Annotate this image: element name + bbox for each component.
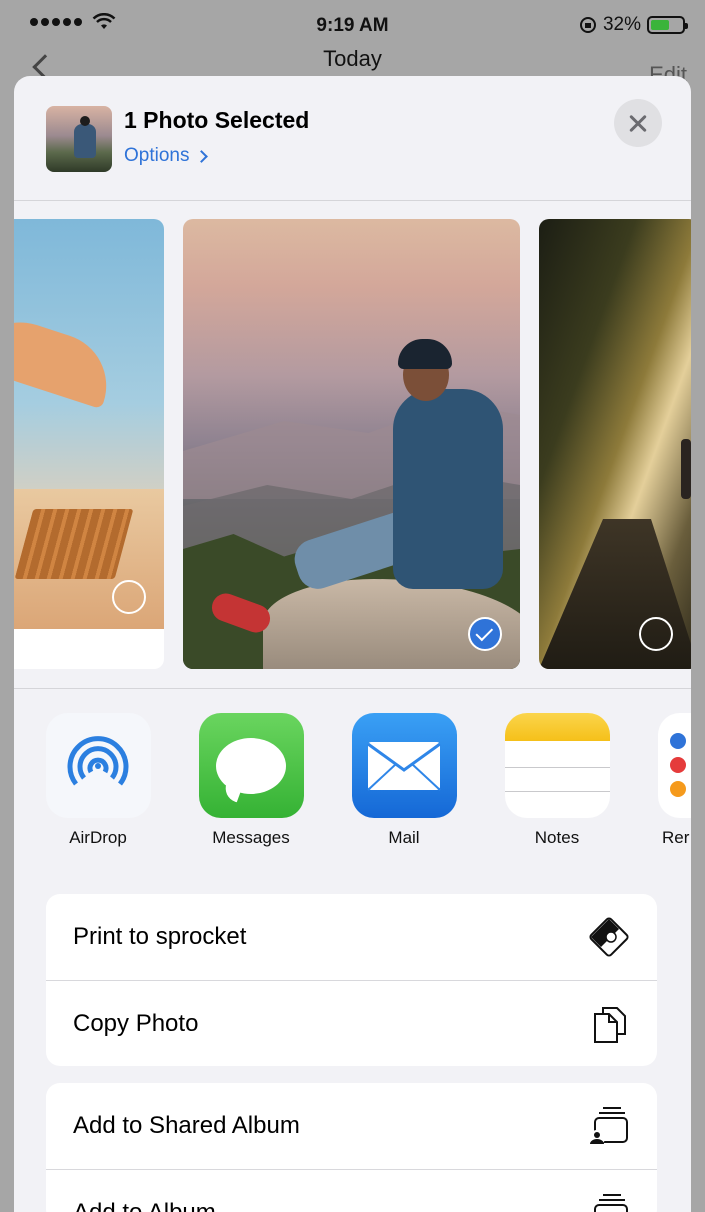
action-group: Add to Shared Album Add to Album xyxy=(46,1083,657,1212)
action-label: Print to sprocket xyxy=(73,923,247,950)
background-title: Today xyxy=(323,46,382,71)
share-sheet-header: 1 Photo Selected Options xyxy=(14,76,691,201)
photo-beach[interactable] xyxy=(14,219,164,669)
divider xyxy=(14,200,691,201)
copy-icon xyxy=(594,1006,626,1043)
selected-photo-thumbnail xyxy=(46,106,112,172)
options-button[interactable]: Options xyxy=(124,145,209,167)
options-label: Options xyxy=(124,145,190,166)
share-app-airdrop[interactable]: AirDrop xyxy=(38,713,158,848)
app-label: Mail xyxy=(388,828,420,847)
chevron-right-icon xyxy=(195,149,209,163)
battery-percent: 32% xyxy=(602,14,641,35)
share-sheet: 1 Photo Selected Options AirDrop Message… xyxy=(14,76,691,1212)
airdrop-icon xyxy=(45,713,151,818)
action-add-to-shared-album[interactable]: Add to Shared Album xyxy=(46,1083,657,1169)
action-group: Print to sprocket Copy Photo xyxy=(46,894,657,1066)
mail-icon xyxy=(351,713,457,818)
photo-man-on-rock[interactable] xyxy=(183,219,520,669)
action-print-to-sprocket[interactable]: Print to sprocket xyxy=(46,894,657,980)
rotation-lock-icon xyxy=(579,17,596,33)
action-add-to-album[interactable]: Add to Album xyxy=(46,1169,657,1212)
album-icon xyxy=(594,1193,628,1212)
photo-select-circle[interactable] xyxy=(112,580,146,614)
photo-forest-path[interactable] xyxy=(539,219,691,669)
photo-selected-checkmark-icon[interactable] xyxy=(468,617,502,651)
app-label: Rer xyxy=(662,828,690,847)
action-label: Add to Album xyxy=(73,1198,216,1212)
reminders-icon xyxy=(657,713,691,818)
status-right: 32% xyxy=(579,14,688,36)
share-app-messages[interactable]: Messages xyxy=(191,713,311,848)
photo-select-circle[interactable] xyxy=(639,617,673,651)
messages-icon xyxy=(198,713,304,818)
shared-album-icon xyxy=(589,1107,628,1146)
battery-icon xyxy=(647,16,688,34)
close-button[interactable] xyxy=(614,99,662,147)
share-app-notes[interactable]: Notes xyxy=(497,713,617,848)
status-bar: 9:19 AM 32% xyxy=(0,0,705,44)
share-apps-row: AirDrop Messages Mail Notes Rer xyxy=(14,713,691,863)
action-label: Add to Shared Album xyxy=(73,1112,300,1139)
selection-title: 1 Photo Selected xyxy=(124,107,310,133)
divider xyxy=(14,688,691,689)
action-copy-photo[interactable]: Copy Photo xyxy=(46,980,657,1066)
share-app-reminders[interactable]: Rer xyxy=(650,713,691,848)
app-label: Messages xyxy=(212,828,290,847)
notes-icon xyxy=(504,713,610,818)
share-app-mail[interactable]: Mail xyxy=(344,713,464,848)
action-label: Copy Photo xyxy=(73,1009,199,1037)
app-label: AirDrop xyxy=(69,828,127,847)
sprocket-icon xyxy=(589,917,629,957)
app-label: Notes xyxy=(534,828,580,847)
